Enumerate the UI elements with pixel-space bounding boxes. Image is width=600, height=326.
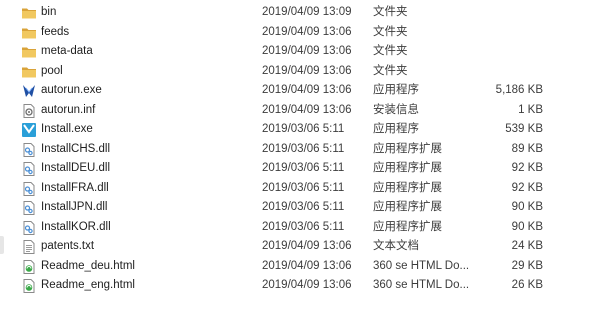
file-date: 2019/04/09 13:06: [262, 259, 352, 272]
html-file-icon: [21, 259, 37, 275]
file-date: 2019/04/09 13:06: [262, 25, 352, 38]
file-row-installdeu-dll[interactable]: InstallDEU.dll 2019/03/06 5:11 应用程序扩展 92…: [0, 159, 600, 179]
file-date: 2019/03/06 5:11: [262, 181, 345, 194]
file-type: 安装信息: [373, 103, 419, 116]
file-size: 5,186 KB: [495, 84, 543, 96]
autorun-app-icon: [21, 83, 37, 99]
file-type: 应用程序: [373, 123, 419, 135]
file-type: 应用程序扩展: [373, 162, 442, 174]
file-type: 文本文档: [373, 240, 419, 252]
folder-icon: [21, 5, 37, 21]
file-type: 应用程序扩展: [373, 220, 442, 233]
file-type: 应用程序扩展: [373, 181, 442, 194]
file-date: 2019/04/09 13:06: [262, 64, 352, 77]
file-type: 应用程序扩展: [373, 201, 442, 213]
file-list: bin 2019/04/09 13:09 文件夹 feeds 2019/04/0…: [0, 3, 600, 296]
file-row-autorun-exe[interactable]: autorun.exe 2019/04/09 13:06 应用程序 5,186 …: [0, 81, 600, 101]
file-row-patents-txt[interactable]: patents.txt 2019/04/09 13:06 文本文档 24 KB: [0, 237, 600, 257]
file-name: InstallDEU.dll: [41, 162, 111, 174]
file-row-feeds[interactable]: feeds 2019/04/09 13:06 文件夹: [0, 23, 600, 43]
file-size: 89 KB: [511, 142, 543, 155]
file-type: 应用程序扩展: [373, 142, 442, 155]
file-date: 2019/03/06 5:11: [262, 201, 345, 213]
file-date: 2019/03/06 5:11: [262, 142, 345, 155]
folder-icon: [21, 25, 37, 41]
dll-file-icon: [21, 220, 37, 236]
file-name: autorun.exe: [41, 84, 102, 96]
file-name: patents.txt: [41, 240, 95, 252]
file-row-installkor-dll[interactable]: InstallKOR.dll 2019/03/06 5:11 应用程序扩展 90…: [0, 218, 600, 238]
file-row-installfra-dll[interactable]: InstallFRA.dll 2019/03/06 5:11 应用程序扩展 92…: [0, 179, 600, 199]
installer-app-icon: [21, 122, 37, 138]
file-name: autorun.inf: [41, 103, 96, 116]
file-type: 360 se HTML Do...: [373, 279, 470, 291]
folder-icon: [21, 44, 37, 60]
file-type: 360 se HTML Do...: [373, 259, 470, 272]
file-row-pool[interactable]: pool 2019/04/09 13:06 文件夹: [0, 62, 600, 82]
file-name: InstallJPN.dll: [41, 201, 108, 213]
file-date: 2019/03/06 5:11: [262, 162, 345, 174]
dll-file-icon: [21, 181, 37, 197]
file-name: InstallFRA.dll: [41, 181, 109, 194]
setup-info-icon: [21, 103, 37, 119]
file-row-readme-deu-html[interactable]: Readme_deu.html 2019/04/09 13:06 360 se …: [0, 257, 600, 277]
file-size: 29 KB: [511, 259, 543, 272]
file-row-readme-eng-html[interactable]: Readme_eng.html 2019/04/09 13:06 360 se …: [0, 276, 600, 296]
dll-file-icon: [21, 161, 37, 177]
file-date: 2019/04/09 13:09: [262, 6, 352, 18]
dll-file-icon: [21, 142, 37, 158]
file-row-install-exe[interactable]: Install.exe 2019/03/06 5:11 应用程序 539 KB: [0, 120, 600, 140]
file-name: bin: [41, 6, 57, 18]
file-row-meta-data[interactable]: meta-data 2019/04/09 13:06 文件夹: [0, 42, 600, 62]
file-size: 26 KB: [511, 279, 543, 291]
file-date: 2019/03/06 5:11: [262, 123, 345, 135]
file-size: 539 KB: [505, 123, 543, 135]
file-type: 文件夹: [373, 25, 408, 38]
file-size: 24 KB: [511, 240, 543, 252]
file-name: InstallKOR.dll: [41, 220, 111, 233]
text-file-icon: [21, 239, 37, 255]
file-type: 应用程序: [373, 84, 419, 96]
file-type: 文件夹: [373, 6, 408, 18]
file-date: 2019/04/09 13:06: [262, 240, 352, 252]
file-name: Install.exe: [41, 123, 93, 135]
file-date: 2019/04/09 13:06: [262, 84, 352, 96]
file-name: Readme_deu.html: [41, 259, 135, 272]
file-date: 2019/04/09 13:06: [262, 103, 352, 116]
file-row-installchs-dll[interactable]: InstallCHS.dll 2019/03/06 5:11 应用程序扩展 89…: [0, 140, 600, 160]
file-date: 2019/03/06 5:11: [262, 220, 345, 233]
file-size: 92 KB: [511, 162, 543, 174]
file-name: InstallCHS.dll: [41, 142, 111, 155]
file-name: feeds: [41, 25, 70, 38]
dll-file-icon: [21, 200, 37, 216]
file-size: 1 KB: [518, 103, 543, 116]
file-date: 2019/04/09 13:06: [262, 45, 352, 57]
file-name: pool: [41, 64, 63, 77]
file-size: 90 KB: [511, 220, 543, 233]
file-type: 文件夹: [373, 64, 408, 77]
file-row-installjpn-dll[interactable]: InstallJPN.dll 2019/03/06 5:11 应用程序扩展 90…: [0, 198, 600, 218]
file-size: 92 KB: [511, 181, 543, 194]
file-name: meta-data: [41, 45, 93, 57]
file-date: 2019/04/09 13:06: [262, 279, 352, 291]
file-type: 文件夹: [373, 45, 408, 57]
file-row-bin[interactable]: bin 2019/04/09 13:09 文件夹: [0, 3, 600, 23]
folder-icon: [21, 64, 37, 80]
file-size: 90 KB: [511, 201, 543, 213]
file-name: Readme_eng.html: [41, 279, 135, 291]
file-row-autorun-inf[interactable]: autorun.inf 2019/04/09 13:06 安装信息 1 KB: [0, 101, 600, 121]
html-file-icon: [21, 278, 37, 294]
